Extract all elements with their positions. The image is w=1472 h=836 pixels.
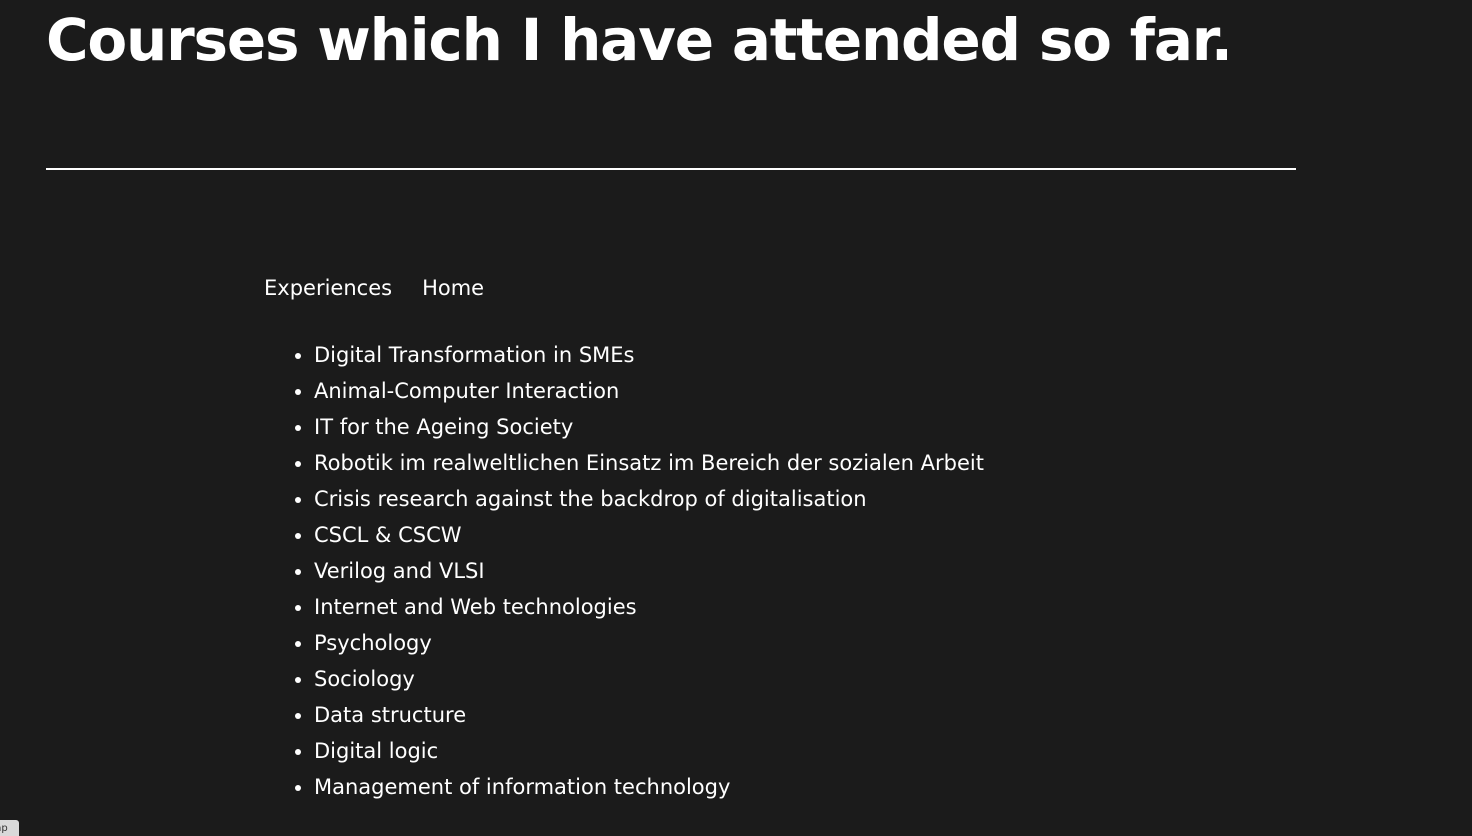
list-item: Psychology bbox=[314, 625, 984, 661]
title-divider bbox=[46, 168, 1296, 170]
page-title: Courses which I have attended so far. bbox=[46, 6, 1233, 74]
list-item: Sociology bbox=[314, 661, 984, 697]
list-item: CSCL & CSCW bbox=[314, 517, 984, 553]
nav-link-experiences[interactable]: Experiences bbox=[264, 273, 392, 303]
list-item: Digital Transformation in SMEs bbox=[314, 337, 984, 373]
list-item: Verilog and VLSI bbox=[314, 553, 984, 589]
list-item: Digital logic bbox=[314, 733, 984, 769]
nav-link-home[interactable]: Home bbox=[422, 273, 484, 303]
list-item: Management of information technology bbox=[314, 769, 984, 805]
list-item: Animal-Computer Interaction bbox=[314, 373, 984, 409]
list-item: Robotik im realweltlichen Einsatz im Ber… bbox=[314, 445, 984, 481]
course-list: Digital Transformation in SMEs Animal-Co… bbox=[264, 337, 984, 805]
nav-menu: Experiences Home bbox=[264, 273, 484, 303]
list-item: Data structure bbox=[314, 697, 984, 733]
list-item: IT for the Ageing Society bbox=[314, 409, 984, 445]
page: Courses which I have attended so far. Ex… bbox=[0, 0, 1472, 836]
corner-tab[interactable]: hp bbox=[0, 820, 19, 836]
list-item: Internet and Web technologies bbox=[314, 589, 984, 625]
list-item: Crisis research against the backdrop of … bbox=[314, 481, 984, 517]
